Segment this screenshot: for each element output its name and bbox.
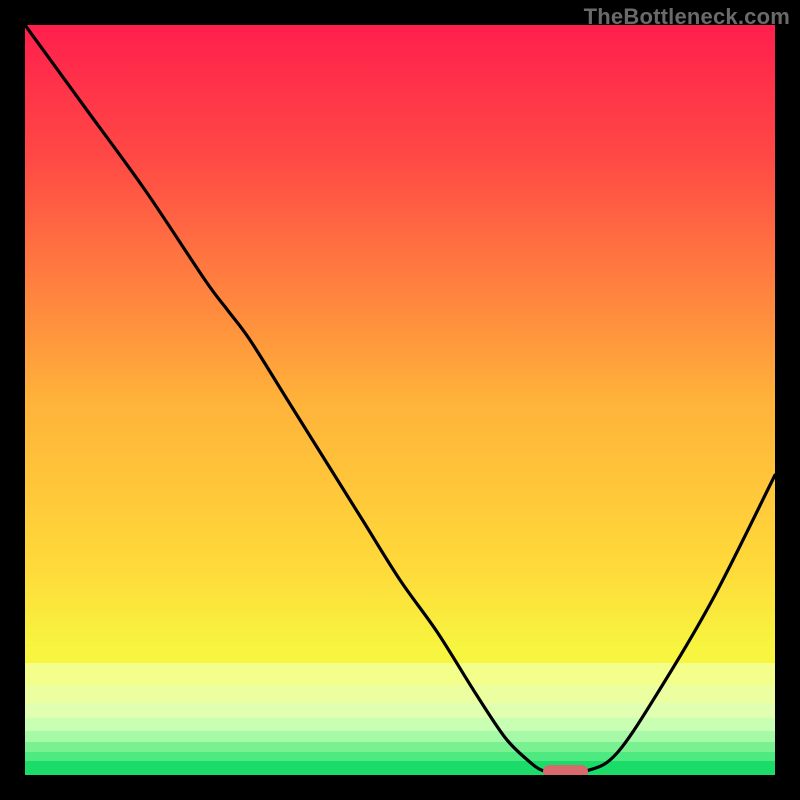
chart-frame: TheBottleneck.com [0,0,800,800]
optimal-point-marker [543,765,588,775]
watermark-text: TheBottleneck.com [584,4,790,30]
bottleneck-curve-line [25,25,775,772]
plot-area [25,25,775,775]
bottleneck-curve-svg [25,25,775,775]
